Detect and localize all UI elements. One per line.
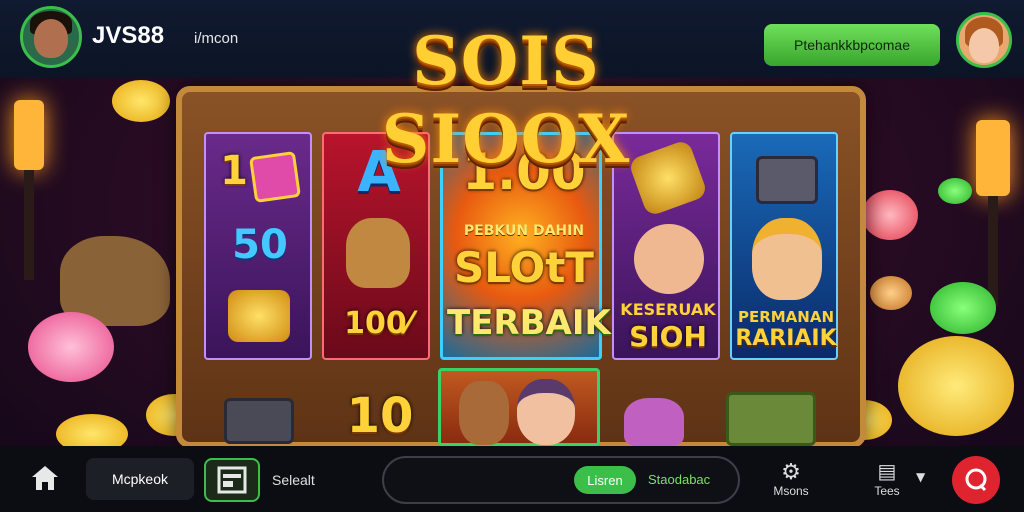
chat-icon [965, 468, 987, 492]
search-button-label: Lisren [587, 472, 623, 488]
center-line-1: PEBKUN DAHIN [463, 223, 585, 239]
lower-reel-center[interactable] [438, 368, 600, 446]
bottom-bar: Mcpkeok Selealt Lisren Staodabac ⚙ Msons… [0, 446, 1024, 512]
center-line-2: SLOtT [454, 243, 594, 292]
menu-button[interactable]: ⚙ Msons [764, 454, 818, 504]
header-subtitle: i/mcon [194, 30, 239, 47]
home-icon [32, 466, 58, 490]
tees-label: Tees [874, 484, 900, 498]
gear-icon: ⚙ [781, 459, 801, 484]
elf-character [624, 398, 684, 446]
menu-label: Msons [773, 484, 809, 498]
lower-number: 10 [346, 388, 414, 444]
select-label: Selealt [272, 472, 315, 488]
gold-chest-icon [228, 290, 290, 342]
reel-1[interactable]: 1 50 [204, 132, 312, 360]
cta-button[interactable]: Ptehankkbpcomae [764, 24, 940, 66]
reel-4-text-1: KESERUAK [620, 300, 716, 319]
player-avatar[interactable] [20, 6, 82, 68]
reel-5-text-2: RARIAIK [735, 326, 837, 351]
mcp-button[interactable]: Mcpkeok [86, 458, 194, 500]
brand-name: JVS88 [92, 22, 165, 49]
scroll-icon [627, 138, 709, 218]
tees-button[interactable]: ▤ Tees [862, 454, 912, 504]
gold-coin [898, 336, 1014, 436]
select-icon-button[interactable] [204, 458, 260, 502]
girl-character [752, 218, 822, 300]
dog-character [459, 381, 509, 445]
reel-1-top-symbol: 1 [220, 148, 248, 194]
grid-icon [217, 466, 247, 494]
pink-chip [862, 190, 918, 240]
reel-4-text-2: SIOH [629, 320, 707, 353]
gold-coin [112, 80, 170, 122]
reel-5-text-1: PERMANAN [737, 308, 835, 326]
chevron-down-icon[interactable]: ▼ [916, 470, 925, 484]
reel-5[interactable]: PERMANAN RARIAIK [730, 132, 838, 360]
witch-character [634, 224, 704, 294]
profile-avatar[interactable] [956, 12, 1012, 68]
right-lamp [964, 110, 1024, 310]
game-title: SOIS SIOOX [381, 22, 631, 178]
green-chip [938, 178, 972, 204]
lock-icon [756, 156, 818, 204]
girl-character [517, 379, 575, 445]
search-bar[interactable]: Lisren Staodabac [382, 456, 740, 504]
reel-1-mid-symbol: 50 [232, 222, 288, 268]
game-screen: 1 50 A 100⁄ 1.00 PEBKUN DAHIN SLOtT TERB… [0, 0, 1024, 512]
lower-lock-icon [224, 398, 294, 444]
wolf-icon [346, 218, 410, 288]
reel-2-bottom-symbol: 100⁄ [344, 306, 412, 341]
support-button[interactable] [952, 456, 1000, 504]
pink-chip [28, 312, 114, 382]
search-button[interactable]: Lisren [574, 466, 636, 494]
mcp-button-label: Mcpkeok [111, 471, 169, 487]
green-chip [930, 282, 996, 334]
left-lamp [0, 90, 56, 280]
home-button[interactable] [20, 458, 70, 498]
table-icon: ▤ [877, 461, 897, 483]
search-text: Staodabac [648, 472, 711, 487]
gift-icon [249, 151, 301, 203]
gold-coin [870, 276, 912, 310]
green-chest-icon [726, 392, 816, 446]
center-line-3: TERBAIK [447, 303, 611, 343]
